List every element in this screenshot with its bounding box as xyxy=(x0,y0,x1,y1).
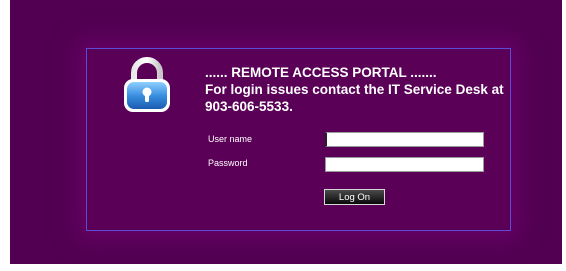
page: ...... REMOTE ACCESS PORTAL ....... For … xyxy=(0,0,566,271)
support-notice: For login issues contact the IT Service … xyxy=(205,82,504,114)
password-label: Password xyxy=(208,158,248,168)
username-label: User name xyxy=(208,134,253,144)
password-field[interactable] xyxy=(325,157,484,172)
username-field[interactable] xyxy=(325,132,484,147)
log-on-button[interactable]: Log On xyxy=(324,189,385,205)
portal-title: ...... REMOTE ACCESS PORTAL ....... xyxy=(205,65,437,80)
portal-heading: ...... REMOTE ACCESS PORTAL ....... For … xyxy=(205,64,505,115)
padlock-icon xyxy=(124,57,170,112)
